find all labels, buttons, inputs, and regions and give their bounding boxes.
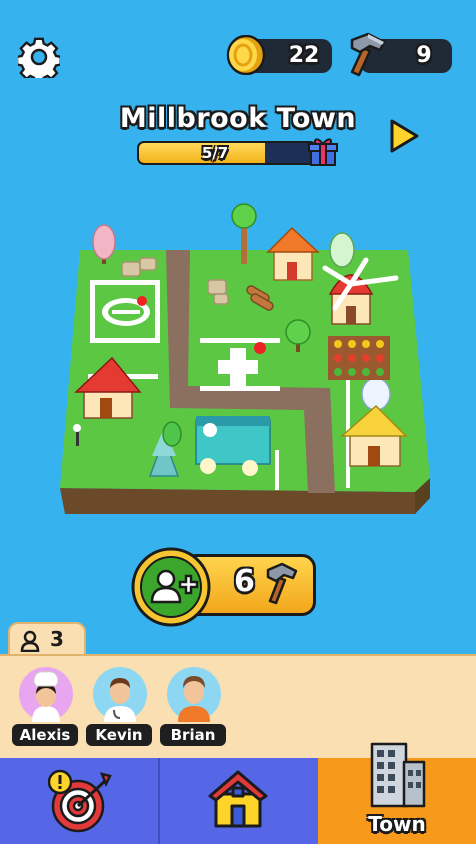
building-icon [370, 742, 426, 808]
gift-icon[interactable] [307, 136, 339, 168]
add-resident-button[interactable]: 6 [130, 546, 318, 627]
bottom-nav: Town [0, 742, 476, 844]
hammer-icon [350, 32, 386, 77]
nav-tab-town[interactable]: Town [318, 742, 476, 844]
chef-avatar [19, 667, 73, 722]
coin-count: 22 [288, 43, 320, 68]
nav-town-label: Town [368, 812, 426, 836]
hammer-count: 9 [416, 43, 432, 68]
town-board[interactable] [60, 198, 430, 528]
hammer-icon [266, 562, 298, 605]
nav-tab-quests[interactable] [0, 758, 158, 844]
person-icon [20, 630, 40, 652]
resident-name: Brian [160, 724, 226, 746]
resident-name: Kevin [86, 724, 152, 746]
settings-gear-icon[interactable] [18, 36, 60, 78]
add-person-icon [131, 547, 211, 627]
coin-icon [226, 35, 266, 75]
progress-label: 5/7 [201, 144, 229, 162]
egg-tree-green [329, 232, 355, 268]
next-town-arrow-icon[interactable] [388, 118, 420, 154]
target-alert-icon [48, 769, 112, 833]
house-icon [208, 770, 268, 828]
man-avatar [167, 667, 221, 722]
orange-house [266, 226, 320, 281]
board-side [60, 488, 415, 514]
resident-brian[interactable]: Brian [160, 666, 230, 746]
add-resident-cost: 6 [234, 564, 255, 599]
resident-name: Alexis [12, 724, 78, 746]
town-progress-bar: 5/7 [137, 141, 317, 165]
resident-alexis[interactable]: Alexis [12, 666, 82, 746]
resident-count-tab: 3 [8, 622, 86, 658]
doctor-avatar [93, 667, 147, 722]
crop-field [328, 336, 390, 380]
resident-kevin[interactable]: Kevin [86, 666, 156, 746]
resident-count: 3 [50, 627, 64, 651]
nav-tab-home[interactable] [158, 758, 318, 844]
